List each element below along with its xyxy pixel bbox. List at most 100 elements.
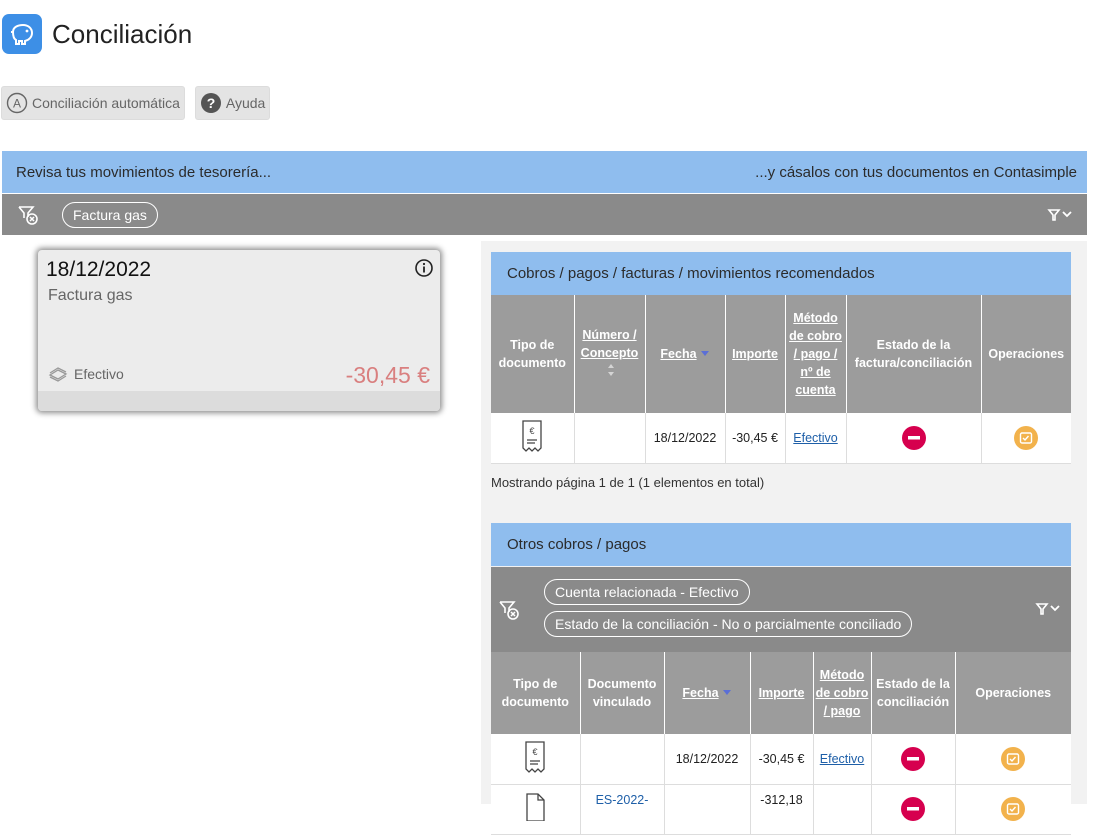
col-numero-label: Número / Concepto (580, 328, 639, 361)
help-button[interactable]: ? Ayuda (194, 86, 271, 120)
col-tipo-documento: Tipo de documento (491, 295, 575, 413)
col-metodo[interactable]: Método de cobro / pago / nº de cuenta (785, 295, 847, 413)
not-reconciled-status-icon[interactable] (901, 425, 926, 450)
reconcile-operation-icon[interactable] (1001, 796, 1026, 821)
pagination-info: Mostrando página 1 de 1 (1 elementos en … (491, 475, 765, 490)
filter-chip[interactable]: Estado de la conciliación - No o parcial… (544, 611, 913, 637)
cell-fecha (664, 784, 751, 835)
cell-estado (871, 784, 956, 835)
payment-method-link[interactable]: Efectivo (820, 752, 864, 766)
filter-toggle-button[interactable] (1035, 601, 1063, 617)
page-title: Conciliación (52, 18, 193, 49)
filter-toggle-button[interactable] (1047, 207, 1075, 223)
cell-fecha: 18/12/2022 (664, 734, 751, 785)
col-importe-label: Importe (732, 347, 778, 361)
others-section-title: Otros cobros / pagos (491, 523, 1071, 566)
filter-chip[interactable]: Cuenta relacionada - Efectivo (544, 579, 750, 605)
col-metodo-label: Método de cobro / pago (815, 668, 869, 718)
col-metodo-label: Método de cobro / pago / nº de cuenta (789, 311, 842, 397)
piggy-bank-icon (2, 14, 42, 54)
card-footer (38, 391, 440, 411)
col-estado: Estado de la conciliación (871, 652, 956, 734)
col-importe[interactable]: Importe (750, 652, 814, 734)
col-fecha-label: Fecha (682, 685, 719, 700)
movement-amount: -30,45 € (345, 362, 430, 388)
not-reconciled-status-icon[interactable] (901, 796, 925, 821)
col-operaciones: Operaciones (955, 652, 1071, 734)
info-icon[interactable] (414, 258, 434, 283)
table-row[interactable]: € 18/12/2022 -30,45 € Efectivo (491, 734, 1071, 785)
col-importe-label: Importe (758, 686, 805, 700)
cell-operaciones (981, 413, 1071, 464)
cell-operaciones (955, 734, 1071, 785)
cell-fecha: 18/12/2022 (645, 413, 726, 464)
instructions-banner: Revisa tus movimientos de tesorería... .… (2, 151, 1087, 193)
cell-metodo: Efectivo (785, 413, 847, 464)
auto-reconcile-button[interactable]: A Conciliación automática (1, 86, 185, 120)
clear-filter-icon[interactable] (497, 598, 521, 622)
col-estado: Estado de la factura/conciliación (846, 295, 982, 413)
cell-importe: -30,45 € (750, 734, 814, 785)
col-fecha[interactable]: Fecha (664, 652, 751, 734)
col-importe[interactable]: Importe (725, 295, 786, 413)
recommended-title: Cobros / pagos / facturas / movimientos … (507, 265, 875, 282)
col-metodo[interactable]: Método de cobro / pago (813, 652, 872, 734)
recommended-section-title: Cobros / pagos / facturas / movimientos … (491, 252, 1071, 295)
movement-concept: Factura gas (48, 287, 133, 304)
help-label: Ayuda (225, 95, 266, 111)
others-title: Otros cobros / pagos (507, 536, 647, 553)
col-fecha-label: Fecha (660, 346, 697, 361)
filter-chevron-icon (1035, 603, 1060, 615)
movement-card[interactable]: 18/12/2022 Factura gas Efectivo -30,45 € (38, 250, 440, 411)
svg-text:?: ? (207, 95, 216, 111)
matching-panel: Cobros / pagos / facturas / movimientos … (481, 241, 1087, 835)
col-tipo-documento: Tipo de documento (491, 652, 581, 734)
svg-text:A: A (13, 97, 21, 111)
movements-filter-bar: Factura gas (2, 194, 1087, 235)
cell-metodo: Efectivo (813, 734, 872, 785)
sort-desc-icon (700, 345, 710, 363)
filter-chevron-icon (1047, 208, 1072, 221)
recommended-table: Tipo de documento Número / Concepto Fech… (491, 295, 1071, 464)
reconcile-operation-icon[interactable] (1014, 425, 1039, 450)
col-fecha[interactable]: Fecha (645, 295, 726, 413)
sort-desc-icon (722, 684, 732, 702)
svg-text:€: € (530, 426, 535, 436)
movement-method-label: Efectivo (74, 366, 124, 382)
toolbar: A Conciliación automática ? Ayuda (1, 86, 271, 120)
invoice-document-icon: € (491, 734, 581, 785)
auto-reconcile-label: Conciliación automática (32, 95, 180, 111)
cell-metodo (813, 784, 872, 835)
payment-method-link[interactable]: Efectivo (793, 431, 837, 445)
others-filter-bar: Cuenta relacionada - Efectivo Estado de … (491, 567, 1071, 652)
others-table: Tipo de documento Documento vinculado Fe… (491, 652, 1071, 835)
svg-text:€: € (533, 747, 538, 757)
cell-operaciones (955, 784, 1071, 835)
page-header: Conciliación (2, 14, 192, 54)
banner-left-text: Revisa tus movimientos de tesorería... (16, 163, 272, 181)
cell-documento (580, 734, 665, 785)
letter-a-circle-icon: A (6, 92, 28, 114)
cell-estado (871, 734, 956, 785)
movement-date: 18/12/2022 (46, 258, 152, 281)
cell-estado (846, 413, 982, 464)
linked-document-link[interactable]: ES-2022- (596, 793, 649, 807)
cell-importe: -312,18 (750, 784, 814, 835)
cell-documento: ES-2022- (580, 784, 665, 835)
cell-importe: -30,45 € (725, 413, 786, 464)
question-circle-icon: ? (200, 92, 222, 114)
invoice-document-icon: € (491, 413, 575, 464)
col-operaciones: Operaciones (981, 295, 1071, 413)
col-numero-concepto[interactable]: Número / Concepto (574, 295, 646, 413)
cash-icon (48, 366, 68, 382)
cell-numero (574, 413, 646, 464)
reconcile-operation-icon[interactable] (1001, 746, 1026, 771)
table-row[interactable]: € 18/12/2022 -30,45 € Efectivo (491, 413, 1071, 464)
table-row[interactable]: ES-2022- -312,18 (491, 784, 1071, 835)
document-icon (491, 784, 581, 835)
sort-arrows-icon (607, 363, 615, 382)
filter-chip[interactable]: Factura gas (62, 201, 158, 228)
clear-filter-icon[interactable] (16, 203, 40, 227)
not-reconciled-status-icon[interactable] (901, 746, 925, 771)
movement-method: Efectivo (48, 366, 124, 382)
